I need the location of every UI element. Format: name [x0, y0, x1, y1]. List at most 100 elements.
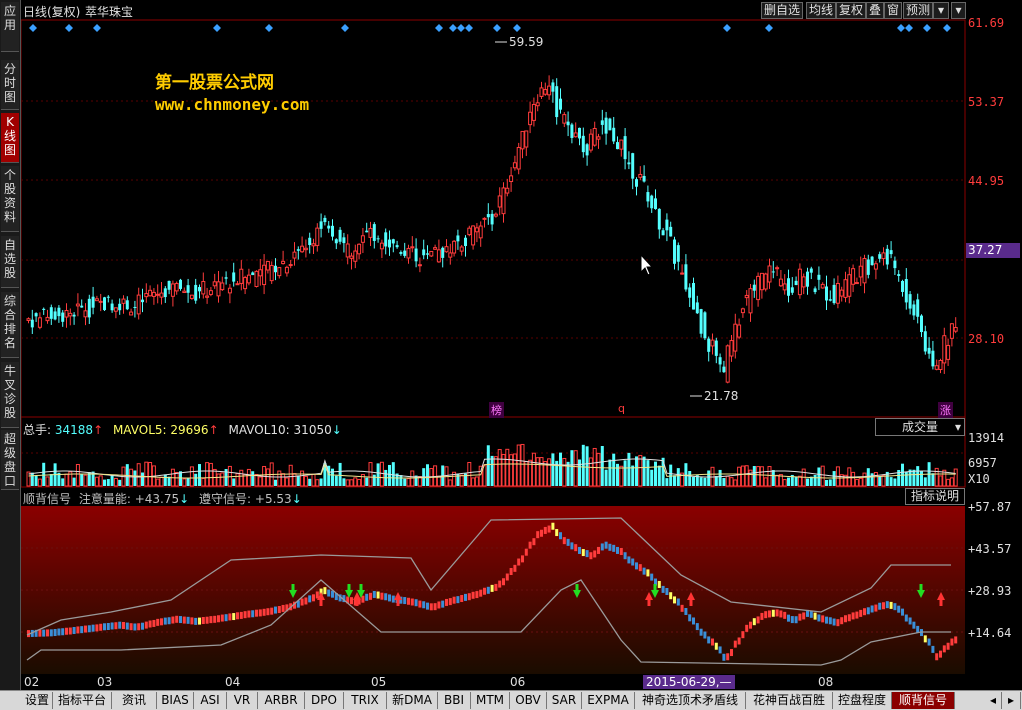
candle-body: [604, 117, 608, 134]
marker-rank[interactable]: 榜: [489, 402, 504, 418]
indicator-bar: [467, 593, 471, 601]
indicator-bar: [133, 623, 137, 631]
volume-bar: [376, 463, 380, 486]
tab-asi[interactable]: ASI: [194, 692, 227, 709]
tab-expma[interactable]: EXPMA: [582, 692, 635, 709]
indicator-bar: [228, 613, 232, 621]
indicator-tick-57: +57.87: [968, 500, 1012, 514]
indicator-bar: [813, 612, 817, 620]
volume-bar: [30, 472, 34, 486]
volume-bar: [654, 461, 657, 486]
candle-body: [835, 282, 840, 304]
volume-bar: [949, 477, 954, 487]
scroll-right-icon[interactable]: ▸: [1002, 692, 1021, 709]
indicator-help-button[interactable]: 指标说明: [905, 488, 965, 505]
candle-body: [866, 259, 870, 275]
tab-indicator-platform[interactable]: 指标平台: [53, 692, 112, 709]
sidebar-tab-watchlist[interactable]: 自选股: [1, 236, 19, 288]
indicator-bar: [635, 562, 638, 570]
tab-info[interactable]: 资讯: [112, 692, 157, 709]
tab-bbi[interactable]: BBI: [438, 692, 471, 709]
tab-trix[interactable]: TRIX: [344, 692, 387, 709]
volume-bar: [692, 476, 695, 486]
watermark-url: www.chnmoney.com: [155, 95, 310, 114]
volume-bar: [600, 445, 604, 486]
indicator-bar: [502, 578, 505, 586]
x-label-03: 03: [97, 675, 113, 689]
candle-body: [194, 284, 198, 301]
candle-body: [912, 304, 916, 316]
candle-body: [775, 267, 780, 270]
volume-bar: [740, 465, 745, 487]
signal-diamond-icon: [923, 24, 931, 32]
marker-limit-up[interactable]: 涨: [938, 402, 953, 418]
indicator-bar: [551, 522, 555, 530]
marker-q[interactable]: q: [616, 402, 627, 415]
candle-body: [520, 130, 525, 150]
candle-body: [817, 274, 821, 280]
candle-body: [129, 311, 134, 316]
candle-body: [692, 283, 695, 310]
sidebar-tab-kline[interactable]: K线图: [1, 113, 19, 163]
volume-bar: [474, 476, 479, 487]
candle-body: [94, 298, 99, 302]
sidebar-tab-ranking[interactable]: 综合排名: [1, 292, 19, 358]
candle-body: [342, 237, 346, 244]
candle-body: [669, 226, 673, 237]
tab-bias[interactable]: BIAS: [157, 692, 194, 709]
tab-dpo[interactable]: DPO: [305, 692, 344, 709]
indicator-bar: [931, 645, 935, 653]
indicator-tick-14: +14.64: [968, 626, 1012, 640]
volume-type-dropdown[interactable]: 成交量 ▾: [875, 418, 965, 436]
indicator-bar: [901, 608, 904, 616]
scroll-left-icon[interactable]: ◂: [985, 692, 1002, 709]
tab-new-dma[interactable]: 新DMA: [387, 692, 438, 709]
sidebar-tab-stock-info[interactable]: 个股资料: [1, 166, 19, 232]
tab-obv[interactable]: OBV: [510, 692, 547, 709]
indicator-bar: [619, 548, 623, 555]
candle-body: [212, 281, 217, 287]
candle-body: [509, 175, 514, 183]
indicator-bar: [68, 627, 72, 635]
candle-body: [881, 252, 886, 260]
volume-bar: [379, 461, 384, 487]
candle-body: [497, 195, 502, 208]
volume-bar: [718, 469, 722, 486]
signal-diamond-icon: [449, 24, 457, 32]
tab-sar[interactable]: SAR: [547, 692, 582, 709]
tab-settings[interactable]: 设置: [22, 692, 53, 709]
sidebar-tab-timeshare[interactable]: 分时图: [1, 60, 19, 110]
volume-bar: [198, 464, 201, 486]
tab-flower-god[interactable]: 花神百战百胜: [746, 692, 833, 709]
indicator-bar: [274, 606, 277, 614]
indicator-bar: [536, 531, 540, 539]
sidebar-tab-diagnosis[interactable]: 牛叉诊股: [1, 362, 19, 428]
volume-bar: [436, 475, 441, 487]
sidebar-tab-apps[interactable]: 应用: [1, 2, 19, 52]
tab-vr[interactable]: VR: [227, 692, 258, 709]
indicator-bar: [262, 608, 266, 616]
tab-control-degree[interactable]: 控盘程度: [833, 692, 892, 709]
candle-body: [201, 281, 206, 295]
indicator-bar: [600, 543, 604, 551]
volume-bar: [342, 478, 346, 486]
candle-body: [311, 243, 316, 247]
tab-mtm[interactable]: MTM: [471, 692, 510, 709]
tab-arbr[interactable]: ARBR: [258, 692, 305, 709]
x-label-08: 08: [818, 675, 834, 689]
tab-magic-top[interactable]: 神奇选顶术矛盾线: [635, 692, 746, 709]
sidebar-tab-super-level[interactable]: 超级盘口: [1, 430, 19, 490]
candle-body: [163, 288, 167, 298]
candle-body: [486, 214, 490, 218]
tab-shunbei-signal[interactable]: 顺背信号: [892, 692, 955, 709]
indicator-bar: [414, 599, 418, 607]
candle-body: [353, 250, 358, 262]
indicator-bar: [722, 653, 726, 661]
indicator-bar: [152, 619, 156, 627]
indicator-bar: [372, 590, 376, 598]
indicator-bar: [718, 646, 722, 654]
candle-body: [42, 308, 46, 310]
indicator-bar: [110, 622, 114, 630]
indicator-bar: [566, 538, 570, 546]
volume-bar: [345, 479, 350, 487]
